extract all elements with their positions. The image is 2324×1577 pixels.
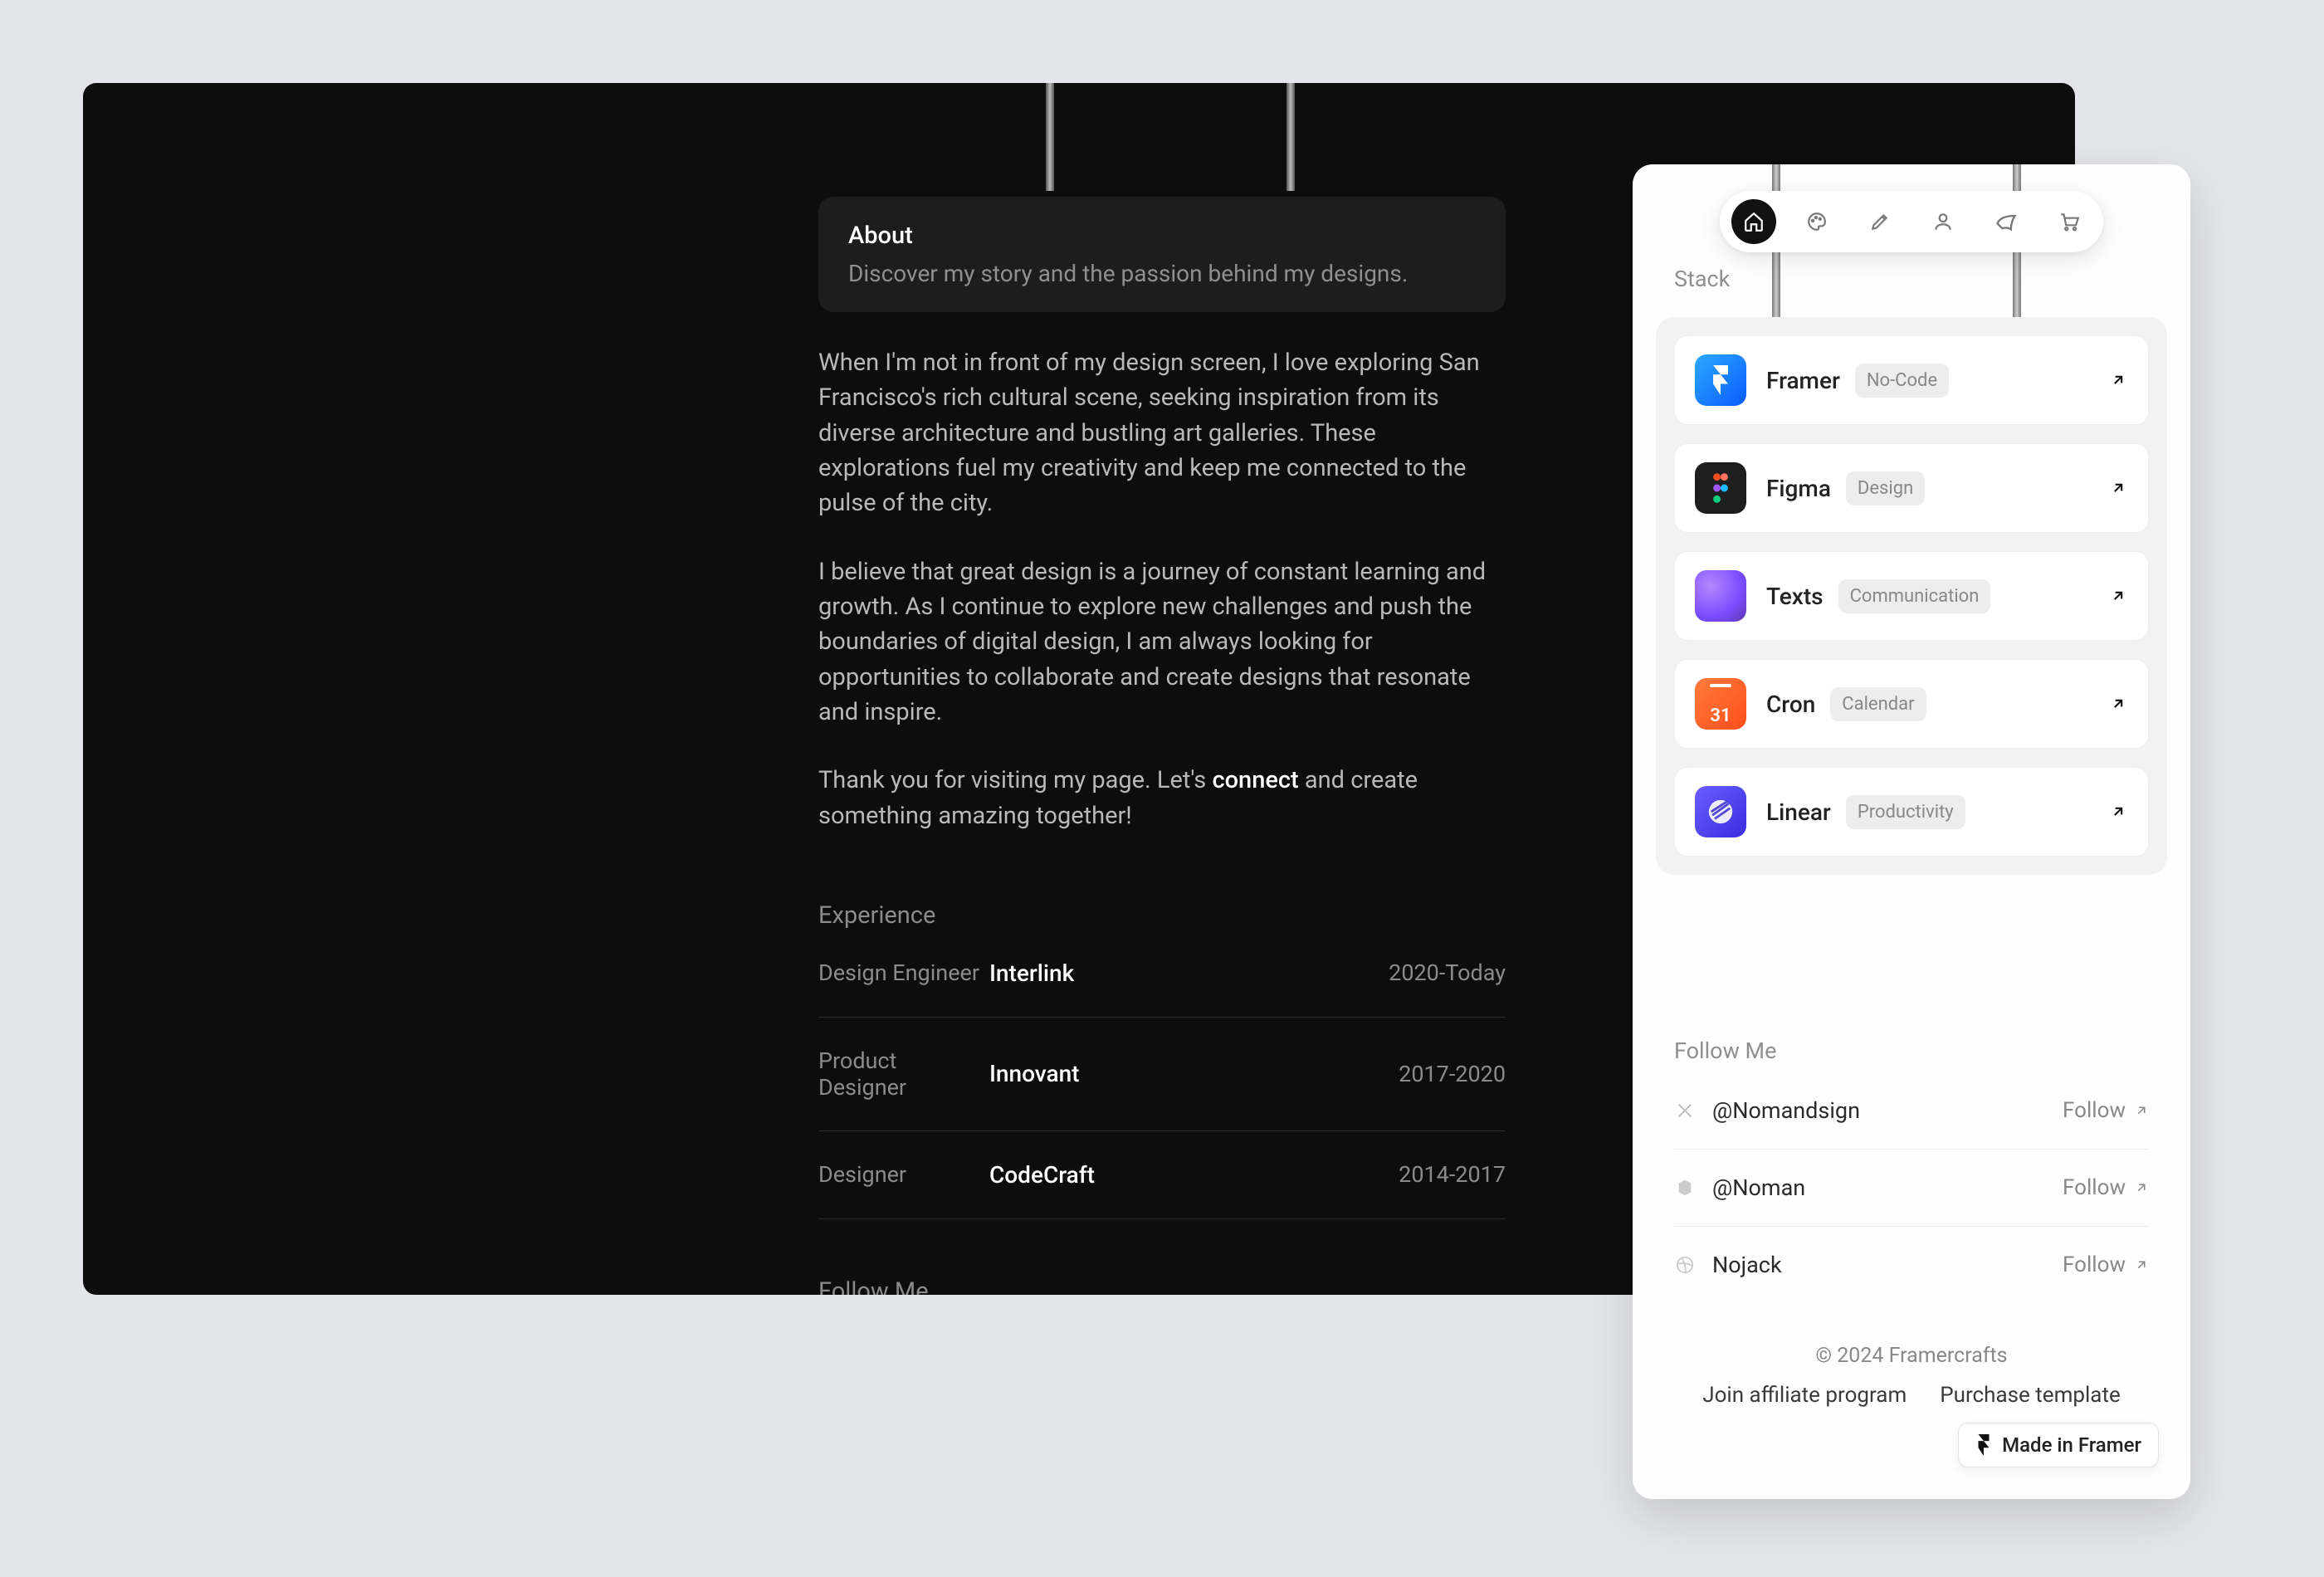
follow-button[interactable]: Follow (2063, 1175, 2149, 1200)
experience-company: Innovant (989, 1060, 1079, 1087)
follow-row-cube[interactable]: @Noman Follow (1674, 1150, 2149, 1227)
light-follow-section: Follow Me @Nomandsign Follow @Noman Foll… (1674, 1038, 2149, 1303)
experience-years: 2014-2017 (1399, 1161, 1506, 1188)
stack-item-name: Texts (1766, 583, 1824, 610)
follow-label: Follow (2063, 1175, 2126, 1200)
about-p3-pre: Thank you for visiting my page. Let's (818, 766, 1212, 794)
experience-role: Designer (818, 1161, 989, 1188)
stack-item-tag: Productivity (1846, 795, 1965, 829)
nav-user[interactable] (1921, 199, 1965, 244)
connect-link[interactable]: connect (1212, 766, 1298, 794)
framer-logo-icon (1975, 1434, 1992, 1456)
made-in-framer-label: Made in Framer (2002, 1433, 2141, 1457)
about-section: About Discover my story and the passion … (818, 83, 1506, 1295)
stack-item-figma[interactable]: Figma Design (1674, 443, 2149, 533)
follow-button[interactable]: Follow (2063, 1252, 2149, 1277)
texts-app-icon (1695, 570, 1746, 622)
nav-pencil[interactable] (1858, 199, 1902, 244)
experience-role: Design Engineer (818, 959, 989, 986)
stack-item-name: Figma (1766, 475, 1831, 502)
footer-link-purchase[interactable]: Purchase template (1940, 1383, 2120, 1408)
about-paragraph-2: I believe that great design is a journey… (818, 554, 1506, 730)
stack-item-name: Framer (1766, 367, 1840, 394)
cart-icon (2058, 211, 2080, 232)
nav-send[interactable] (1984, 199, 2029, 244)
footer-links: Join affiliate program Purchase template (1702, 1383, 2120, 1408)
follow-label: Follow (2063, 1098, 2126, 1123)
stack-item-tag: Communication (1838, 579, 1991, 613)
made-in-framer-badge[interactable]: Made in Framer (1958, 1423, 2159, 1467)
follow-handle: @Nomandsign (1712, 1097, 1860, 1124)
floating-nav (1720, 191, 2103, 252)
nav-palette[interactable] (1794, 199, 1839, 244)
stack-item-framer[interactable]: Framer No-Code (1674, 335, 2149, 425)
stack-item-tag: No-Code (1855, 364, 1949, 398)
follow-row-x[interactable]: @Nomandsign Follow (1674, 1072, 2149, 1150)
experience-heading: Experience (818, 901, 1506, 930)
experience-company: CodeCraft (989, 1161, 1095, 1189)
palette-icon (1806, 211, 1828, 232)
experience-row: Product Designer Innovant 2017-2020 (818, 1018, 1506, 1131)
arrow-up-right-icon (2134, 1180, 2149, 1195)
experience-row: Design Engineer Interlink 2020-Today (818, 930, 1506, 1018)
x-icon (1674, 1100, 1696, 1121)
about-paragraph-3: Thank you for visiting my page. Let's co… (818, 763, 1506, 833)
about-subtitle: Discover my story and the passion behind… (848, 260, 1476, 287)
send-icon (1994, 210, 2018, 233)
cube-icon (1674, 1177, 1696, 1199)
stack-heading: Stack (1674, 266, 1730, 292)
arrow-up-right-icon (2108, 694, 2128, 714)
user-icon (1932, 211, 1954, 232)
stack-item-linear[interactable]: Linear Productivity (1674, 767, 2149, 857)
follow-handle: Nojack (1712, 1252, 1782, 1278)
stack-item-tag: Design (1846, 471, 1925, 505)
cron-date-badge: 31 (1710, 706, 1731, 726)
dribbble-icon (1674, 1254, 1696, 1276)
home-icon (1743, 211, 1765, 232)
arrow-up-right-icon (2108, 478, 2128, 498)
cron-app-icon: 31 (1695, 678, 1746, 730)
about-card: About Discover my story and the passion … (818, 197, 1506, 312)
stack-card: Framer No-Code Figma Design Texts Commun… (1656, 317, 2167, 875)
figma-app-icon (1695, 462, 1746, 514)
arrow-up-right-icon (2134, 1257, 2149, 1272)
experience-row: Designer CodeCraft 2014-2017 (818, 1131, 1506, 1219)
nav-cart[interactable] (2047, 199, 2092, 244)
arrow-up-right-icon (2108, 802, 2128, 822)
experience-role: Product Designer (818, 1047, 989, 1101)
pencil-icon (1869, 211, 1891, 232)
light-preview-panel: Stack Framer No-Code Figma Design Texts (1633, 164, 2190, 1499)
follow-heading: Follow Me (1674, 1038, 2149, 1064)
experience-company: Interlink (989, 959, 1074, 987)
nav-home[interactable] (1731, 199, 1776, 244)
experience-years: 2020-Today (1389, 959, 1506, 986)
follow-heading: Follow Me (818, 1277, 1506, 1295)
stack-item-name: Linear (1766, 798, 1831, 826)
follow-row-dribbble[interactable]: Nojack Follow (1674, 1227, 2149, 1303)
footer: © 2024 Framercrafts Join affiliate progr… (1633, 1344, 2190, 1408)
experience-years: 2017-2020 (1399, 1061, 1506, 1087)
arrow-up-right-icon (2134, 1103, 2149, 1118)
about-paragraph-1: When I'm not in front of my design scree… (818, 345, 1506, 521)
arrow-up-right-icon (2108, 586, 2128, 606)
footer-copyright: © 2024 Framercrafts (1815, 1344, 2007, 1368)
stack-item-name: Cron (1766, 691, 1815, 718)
framer-app-icon (1695, 354, 1746, 406)
follow-handle: @Noman (1712, 1174, 1805, 1201)
about-title: About (848, 222, 1476, 250)
linear-app-icon (1695, 786, 1746, 837)
stack-item-tag: Calendar (1830, 687, 1926, 721)
follow-label: Follow (2063, 1252, 2126, 1277)
follow-button[interactable]: Follow (2063, 1098, 2149, 1123)
footer-link-affiliate[interactable]: Join affiliate program (1702, 1383, 1907, 1408)
arrow-up-right-icon (2108, 370, 2128, 390)
stack-item-cron[interactable]: 31 Cron Calendar (1674, 659, 2149, 749)
stack-item-texts[interactable]: Texts Communication (1674, 551, 2149, 641)
